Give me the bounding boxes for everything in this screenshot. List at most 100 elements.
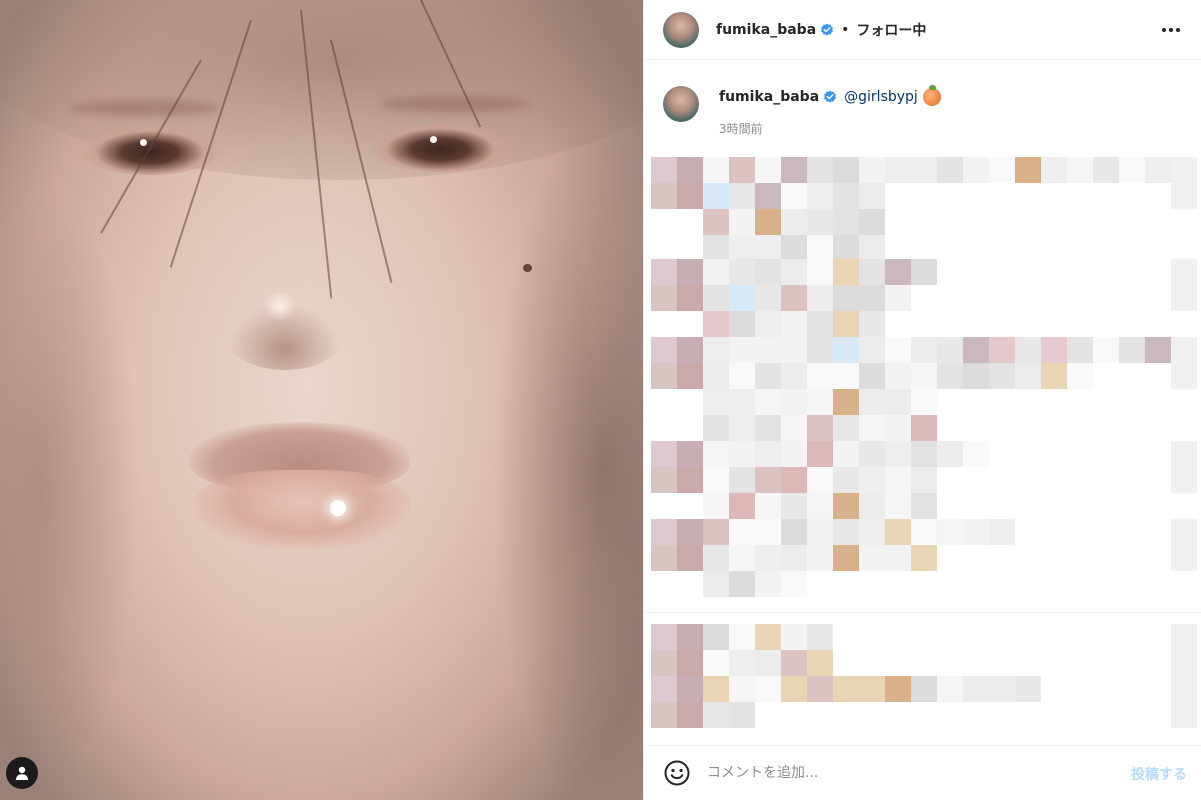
pixel-block (703, 493, 729, 519)
pixel-block (807, 389, 833, 415)
pixel-block (937, 363, 963, 389)
pixel-block (703, 259, 729, 285)
following-button[interactable]: フォロー中 (856, 20, 926, 40)
pixel-block (911, 337, 937, 363)
pixel-block (1041, 337, 1067, 363)
more-options-button[interactable] (1159, 18, 1183, 42)
pixel-block (1171, 650, 1197, 676)
post-timestamp[interactable]: 3時間前 (719, 120, 941, 137)
caption-username[interactable]: fumika_baba (719, 89, 819, 105)
pixel-block (651, 259, 677, 285)
pixel-block (989, 337, 1015, 363)
pixel-block (807, 311, 833, 337)
pixel-block (729, 157, 755, 183)
pixel-block (1041, 363, 1067, 389)
photo-right-eye (370, 122, 510, 172)
pixel-block (677, 467, 703, 493)
pixel-block (703, 389, 729, 415)
pixel-block (859, 209, 885, 235)
pixel-block (1067, 363, 1093, 389)
caption-author-avatar[interactable] (663, 86, 699, 122)
pixel-block (885, 363, 911, 389)
pixel-block (833, 415, 859, 441)
pixel-block (1015, 157, 1041, 183)
author-username[interactable]: fumika_baba (716, 22, 816, 38)
pixel-block (807, 363, 833, 389)
pixel-block (755, 650, 781, 676)
photo-left-brow (70, 100, 220, 116)
caption: fumika_baba @girlsbypj 3時間前 (663, 85, 941, 137)
pixel-block (885, 337, 911, 363)
pixel-block (807, 235, 833, 261)
pixel-block (755, 157, 781, 183)
pixel-block (989, 676, 1015, 702)
pixel-block (703, 415, 729, 441)
photo-right-brow (380, 96, 530, 112)
pixel-block (781, 676, 807, 702)
peach-emoji-icon (922, 85, 941, 106)
pixel-block (755, 624, 781, 650)
pixel-block (755, 235, 781, 261)
pixel-block (651, 519, 677, 545)
pixel-block (1171, 441, 1197, 467)
pixel-block (755, 285, 781, 311)
pixel-block (729, 676, 755, 702)
caption-body: fumika_baba @girlsbypj 3時間前 (719, 85, 941, 137)
pixel-block (677, 545, 703, 571)
pixel-block (1171, 259, 1197, 285)
pixel-block (1171, 545, 1197, 571)
pixel-block (1119, 157, 1145, 183)
pixel-block (833, 676, 859, 702)
pixel-block (1171, 363, 1197, 389)
pixel-block (729, 285, 755, 311)
comment-input[interactable] (707, 758, 1107, 788)
user-tag-button[interactable] (6, 757, 38, 789)
post-comment-button[interactable]: 投稿する (1131, 764, 1187, 784)
pixel-block (1015, 337, 1041, 363)
pixel-block (833, 311, 859, 337)
pixel-block (729, 441, 755, 467)
pixel-block (859, 311, 885, 337)
comments-list-pixelated (644, 150, 1201, 620)
pixel-block (703, 209, 729, 235)
pixel-block (729, 702, 755, 728)
author-avatar[interactable] (663, 11, 699, 48)
pixel-block (729, 519, 755, 545)
pixel-block (807, 183, 833, 209)
pixel-block (781, 467, 807, 493)
caption-mention-link[interactable]: @girlsbypj (844, 89, 918, 105)
pixel-block (651, 337, 677, 363)
pixel-block (729, 624, 755, 650)
pixel-block (781, 519, 807, 545)
photo-shade-right (493, 120, 643, 800)
pixel-block (781, 157, 807, 183)
pixel-block (859, 493, 885, 519)
pixel-block (703, 650, 729, 676)
pixel-block (677, 519, 703, 545)
pixel-block (833, 337, 859, 363)
emoji-picker-button[interactable] (663, 759, 691, 787)
pixel-block (859, 415, 885, 441)
pixel-block (937, 337, 963, 363)
pixel-block (651, 441, 677, 467)
pixel-block (911, 545, 937, 571)
pixel-block (1171, 467, 1197, 493)
pixel-block (755, 337, 781, 363)
pixel-block (833, 183, 859, 209)
pixel-block (1145, 337, 1171, 363)
pixel-block (755, 183, 781, 209)
pixel-block (781, 493, 807, 519)
photo-shade-left (0, 180, 140, 800)
pixel-block (807, 157, 833, 183)
pixel-block (885, 467, 911, 493)
pixel-block (1171, 337, 1197, 363)
pixel-block (781, 415, 807, 441)
post-photo[interactable] (0, 0, 643, 800)
pixel-block (781, 235, 807, 261)
pixel-block (781, 441, 807, 467)
pixel-block (677, 624, 703, 650)
pixel-block (1171, 183, 1197, 209)
pixel-block (651, 650, 677, 676)
more-horizontal-icon (1162, 28, 1180, 32)
pixel-block (911, 389, 937, 415)
